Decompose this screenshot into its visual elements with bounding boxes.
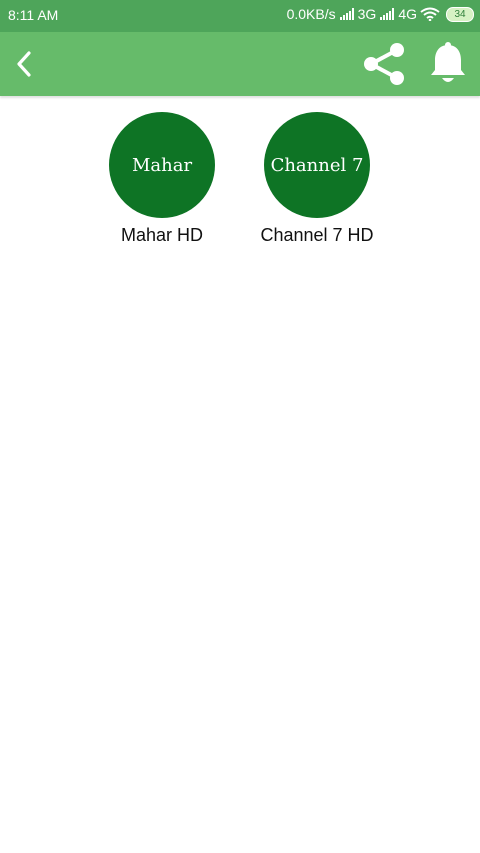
signal-icon (339, 8, 354, 20)
signal-icon (380, 8, 395, 20)
status-indicators: 0.0KB/s 3G 4G 34 (287, 6, 474, 22)
channel-logo-text: Channel 7 (270, 154, 364, 176)
channel-name: Mahar HD (120, 225, 204, 245)
channel-logo[interactable]: Mahar (109, 112, 215, 218)
channel-item-channel-7[interactable]: Channel 7 Channel 7 HD (232, 112, 402, 246)
network-type-2: 4G (398, 6, 417, 22)
network-type-1: 3G (357, 6, 377, 22)
channel-logo-text: Mahar (131, 154, 193, 176)
status-bar: 8:11 AM 0.0KB/s 3G 4G 34 (0, 0, 480, 32)
notification-button[interactable] (424, 40, 472, 88)
network-speed: 0.0KB/s (286, 6, 336, 22)
wifi-icon (420, 7, 440, 21)
share-icon (364, 43, 404, 85)
channel-item-mahar[interactable]: Mahar Mahar HD (77, 112, 247, 246)
app-bar (0, 32, 480, 96)
share-button[interactable] (358, 40, 410, 88)
channel-logo[interactable]: Channel 7 (264, 112, 370, 218)
battery-icon: 34 (446, 6, 474, 22)
status-time: 8:11 AM (8, 7, 59, 23)
channel-name: Channel 7 HD (260, 225, 374, 245)
back-button[interactable] (6, 45, 42, 83)
bell-icon (431, 42, 465, 82)
chevron-left-icon (17, 51, 31, 77)
